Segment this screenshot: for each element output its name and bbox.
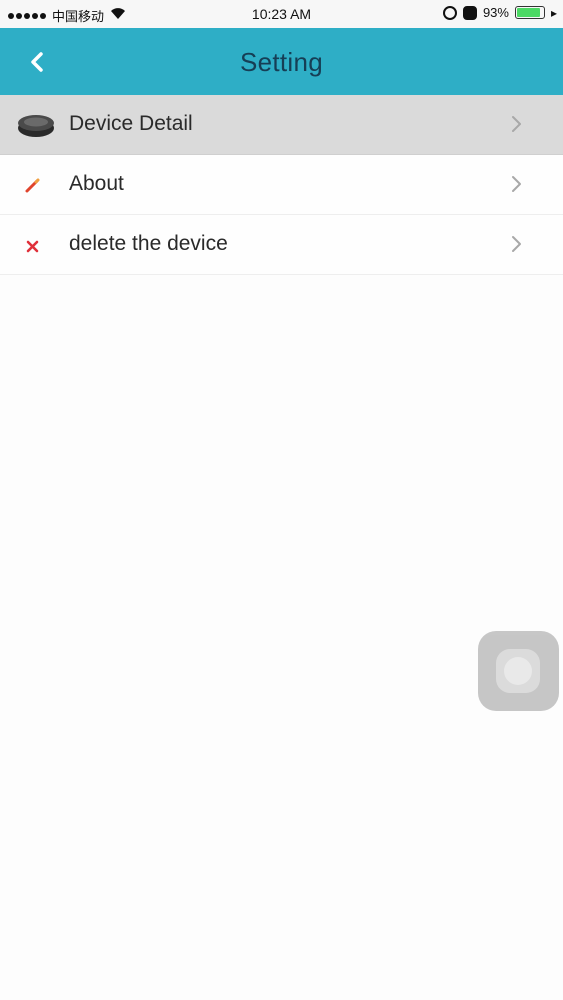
alarm-icon <box>462 5 477 20</box>
chevron-right-icon <box>512 236 521 252</box>
menu-item-label: About <box>69 172 124 195</box>
pencil-icon <box>16 170 56 200</box>
battery-percent: 93% <box>482 5 509 20</box>
assistive-touch-button[interactable] <box>478 631 559 711</box>
status-bar: 中国移动 10:23 AM 93% ▸ <box>0 0 563 28</box>
assistive-touch-icon <box>496 649 540 693</box>
menu-item-delete-device[interactable]: delete the device <box>0 215 563 275</box>
battery-level <box>516 8 541 17</box>
close-x-icon <box>16 230 56 260</box>
chevron-right-icon <box>512 116 521 132</box>
nav-bar: Setting <box>0 28 563 95</box>
charging-icon: ▸ <box>550 5 557 20</box>
menu-item-label: delete the device <box>69 232 228 255</box>
location-icon <box>442 5 457 20</box>
chevron-right-icon <box>512 176 521 192</box>
battery-icon <box>514 6 545 19</box>
robot-vacuum-icon <box>16 110 56 140</box>
menu-item-about[interactable]: About <box>0 155 563 215</box>
page-title: Setting <box>239 47 324 77</box>
menu-item-label: Device Detail <box>69 112 193 135</box>
menu-item-device-detail[interactable]: Device Detail <box>0 95 563 155</box>
status-right: 93% ▸ <box>442 5 557 20</box>
